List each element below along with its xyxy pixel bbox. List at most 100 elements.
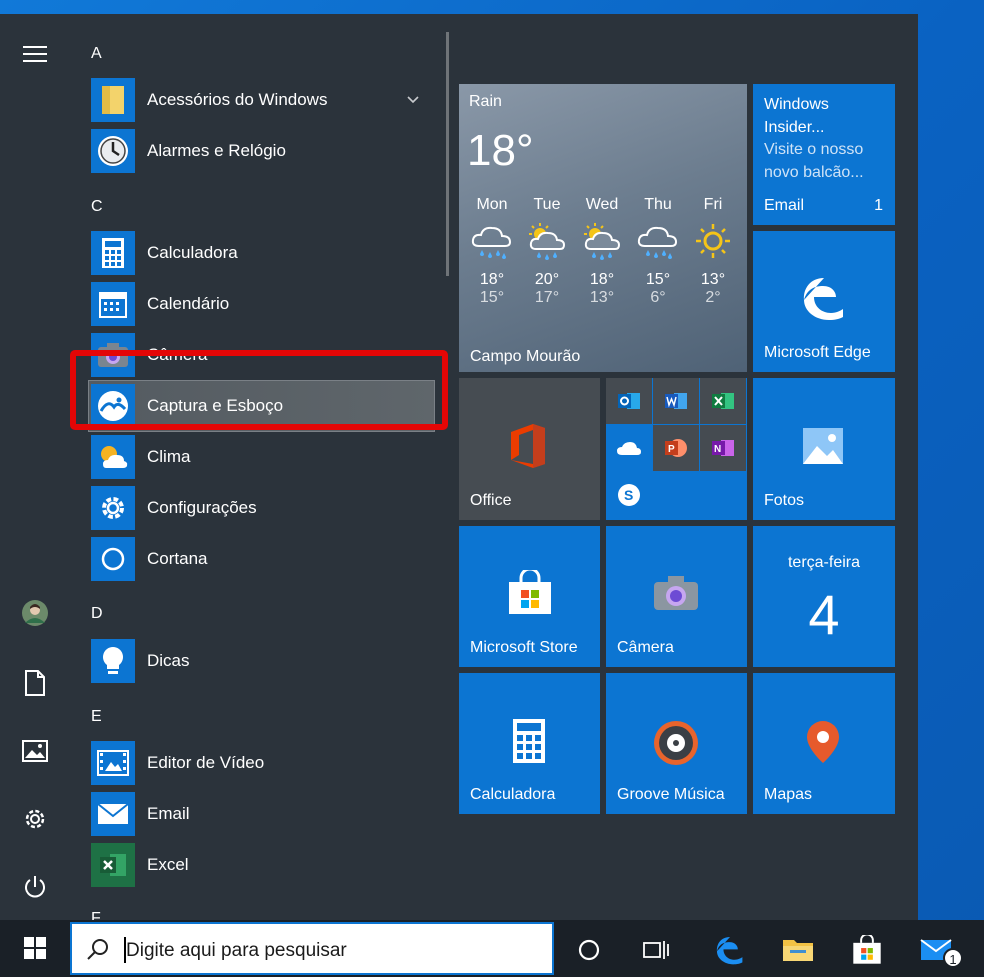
tile-weather[interactable]: Rain 18° Mon 18° 15° Tue 20° 17° Wed 18°… xyxy=(459,84,747,372)
forecast-day: Wed xyxy=(585,196,619,213)
app-label: Email xyxy=(147,804,190,823)
email-title: Windows Insider... xyxy=(764,93,829,139)
forecast-day: Tue xyxy=(533,196,561,213)
pictures-icon[interactable] xyxy=(10,726,60,776)
tile-fotos[interactable]: Fotos xyxy=(753,378,895,520)
tile-label: Câmera xyxy=(617,639,674,656)
tile-groove-musica[interactable]: Groove Música xyxy=(606,673,747,814)
svg-text:S: S xyxy=(624,487,633,503)
taskbar: Digite aqui para pesquisar 1 xyxy=(0,920,984,977)
app-clima[interactable]: Clima xyxy=(91,434,441,480)
forecast-tue: Tue 20° 17° xyxy=(519,196,575,307)
forecast-high: 18° xyxy=(589,271,615,288)
app-label: Editor de Vídeo xyxy=(147,753,265,772)
tile-camera[interactable]: Câmera xyxy=(606,526,747,667)
tile-mapas[interactable]: Mapas xyxy=(753,673,895,814)
app-alarmes-e-relogio[interactable]: Alarmes e Relógio xyxy=(91,128,441,174)
hamburger-menu-icon[interactable] xyxy=(10,29,60,79)
app-label: Dicas xyxy=(147,651,190,670)
user-avatar[interactable] xyxy=(10,588,60,638)
photos-icon xyxy=(803,428,843,464)
tile-email[interactable]: Windows Insider... Visite o nosso novo b… xyxy=(753,84,895,225)
cortana-icon[interactable] xyxy=(565,926,613,974)
sun-icon xyxy=(696,224,730,258)
forecast-low: 13° xyxy=(589,289,615,306)
file-explorer-icon[interactable] xyxy=(774,926,822,974)
app-dicas[interactable]: Dicas xyxy=(91,638,441,684)
app-configuracoes[interactable]: Configurações xyxy=(91,485,441,531)
email-count-badge: 1 xyxy=(874,197,883,214)
tile-label: Microsoft Edge xyxy=(764,344,871,361)
tile-label: Groove Música xyxy=(617,786,725,803)
envelope-icon xyxy=(91,792,135,836)
chevron-down-icon[interactable] xyxy=(407,91,419,109)
store-bag-icon xyxy=(509,570,551,614)
tile-calendar[interactable]: terça-feira 4 xyxy=(753,526,895,667)
app-list-scrollbar[interactable] xyxy=(446,32,449,276)
app-calendario[interactable]: Calendário xyxy=(91,281,441,327)
tile-microsoft-edge[interactable]: Microsoft Edge xyxy=(753,231,895,372)
calendar-icon xyxy=(91,282,135,326)
email-title-line: Windows xyxy=(764,96,829,113)
task-view-icon[interactable] xyxy=(632,926,680,974)
store-icon[interactable] xyxy=(843,926,891,974)
forecast-high: 20° xyxy=(534,271,560,288)
camera-icon xyxy=(654,576,698,610)
selection-highlight xyxy=(70,350,448,430)
app-label: Cortana xyxy=(147,549,208,568)
group-header-d[interactable]: D xyxy=(91,605,103,623)
word-icon[interactable] xyxy=(653,378,699,424)
app-excel[interactable]: Excel xyxy=(91,842,441,888)
email-preview-line: Visite o nosso xyxy=(764,141,864,158)
start-menu: A Acessórios do Windows Alarmes e Relógi… xyxy=(0,14,918,920)
power-icon[interactable] xyxy=(10,862,60,912)
app-label: Clima xyxy=(147,447,191,466)
app-cortana[interactable]: Cortana xyxy=(91,536,441,582)
app-calculadora[interactable]: Calculadora xyxy=(91,230,441,276)
mail-icon[interactable]: 1 xyxy=(913,926,963,974)
windows-start-icon[interactable] xyxy=(11,924,59,972)
search-box[interactable]: Digite aqui para pesquisar xyxy=(70,922,554,975)
tile-office-apps-folder[interactable]: P N S xyxy=(606,378,747,520)
email-title-line: Insider... xyxy=(764,119,825,136)
forecast-low: 6° xyxy=(650,289,666,306)
search-icon xyxy=(87,939,108,960)
search-placeholder: Digite aqui para pesquisar xyxy=(126,940,347,961)
tile-label: Calculadora xyxy=(470,786,556,803)
app-email[interactable]: Email xyxy=(91,791,441,837)
tile-microsoft-store[interactable]: Microsoft Store xyxy=(459,526,600,667)
calculator-icon xyxy=(91,231,135,275)
edge-icon xyxy=(803,278,843,320)
tile-label: Office xyxy=(470,492,512,509)
app-list: A Acessórios do Windows Alarmes e Relógi… xyxy=(70,14,450,920)
forecast-high: 18° xyxy=(479,271,505,288)
outlook-icon[interactable] xyxy=(606,378,652,424)
app-acessorios-do-windows[interactable]: Acessórios do Windows xyxy=(91,77,441,123)
forecast-day: Thu xyxy=(644,196,672,213)
edge-icon[interactable] xyxy=(706,926,754,974)
svg-text:N: N xyxy=(714,444,721,455)
forecast-mon: Mon 18° 15° xyxy=(464,196,520,307)
skype-icon[interactable]: S xyxy=(606,472,652,518)
group-header-c[interactable]: C xyxy=(91,198,103,216)
onenote-icon[interactable]: N xyxy=(700,425,746,471)
weather-condition: Rain xyxy=(469,93,502,110)
app-editor-de-video[interactable]: Editor de Vídeo xyxy=(91,740,441,786)
group-header-a[interactable]: A xyxy=(91,45,102,63)
excel-icon[interactable] xyxy=(700,378,746,424)
tile-office[interactable]: Office xyxy=(459,378,600,520)
mail-badge: 1 xyxy=(943,948,963,968)
forecast-low: 15° xyxy=(479,289,505,306)
onedrive-icon[interactable] xyxy=(606,425,652,471)
office-icon xyxy=(511,424,545,468)
tile-label: Microsoft Store xyxy=(470,639,578,656)
group-header-f[interactable]: F xyxy=(91,910,101,920)
clock-icon xyxy=(91,129,135,173)
settings-icon[interactable] xyxy=(10,794,60,844)
group-header-e[interactable]: E xyxy=(91,708,102,726)
calendar-weekday: terça-feira xyxy=(787,554,861,571)
weather-icon xyxy=(91,435,135,479)
powerpoint-icon[interactable]: P xyxy=(653,425,699,471)
documents-icon[interactable] xyxy=(10,658,60,708)
tile-calculadora[interactable]: Calculadora xyxy=(459,673,600,814)
